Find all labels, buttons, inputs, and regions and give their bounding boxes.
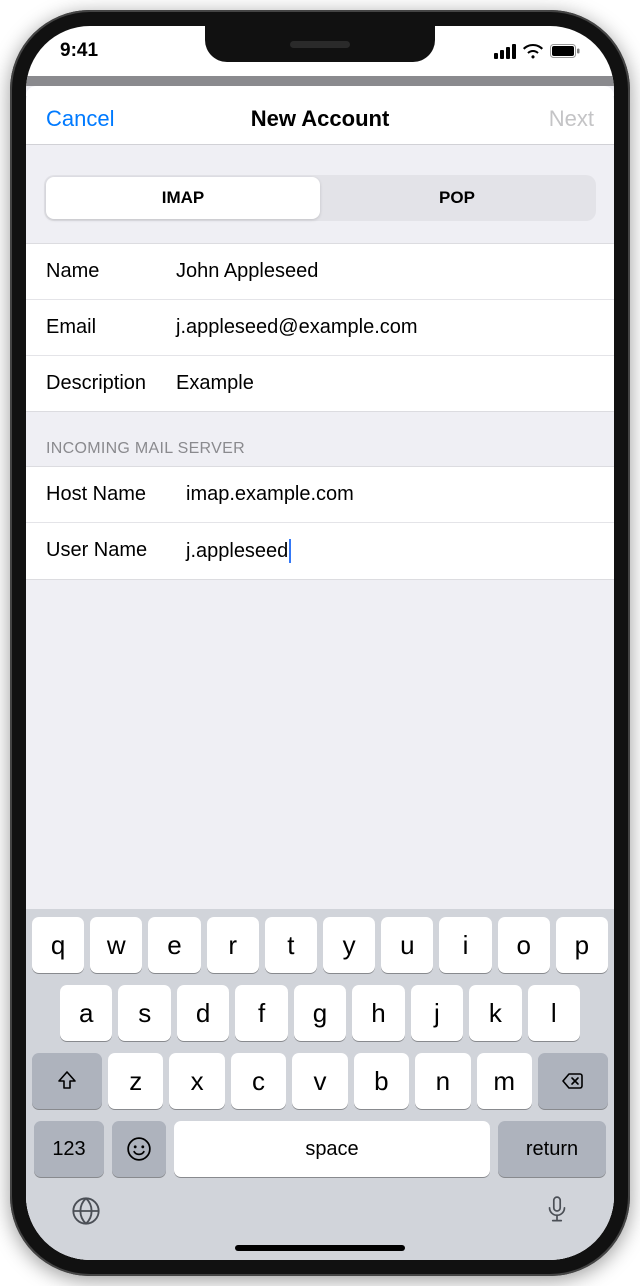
key-l[interactable]: l (528, 985, 580, 1041)
key-n[interactable]: n (415, 1053, 470, 1109)
keyboard-row-2: asdfghjkl (30, 985, 610, 1041)
key-q[interactable]: q (32, 917, 84, 973)
cancel-button[interactable]: Cancel (46, 106, 114, 132)
iphone-device-frame: 9:41 Cancel New Account Next (10, 10, 630, 1276)
key-g[interactable]: g (294, 985, 346, 1041)
key-k[interactable]: k (469, 985, 521, 1041)
email-row[interactable]: Email j.appleseed@example.com (26, 300, 614, 356)
keyboard-row-1: qwertyuiop (30, 917, 610, 973)
key-d[interactable]: d (177, 985, 229, 1041)
key-y[interactable]: y (323, 917, 375, 973)
key-v[interactable]: v (292, 1053, 347, 1109)
cellular-signal-icon (494, 44, 516, 59)
key-w[interactable]: w (90, 917, 142, 973)
backspace-key[interactable] (538, 1053, 608, 1109)
description-row[interactable]: Description Example (26, 356, 614, 411)
battery-icon (550, 44, 580, 58)
segment-pop[interactable]: POP (320, 177, 594, 219)
key-u[interactable]: u (381, 917, 433, 973)
keyboard-row-3: zxcvbnm (30, 1053, 610, 1109)
text-cursor (289, 539, 291, 563)
globe-icon[interactable] (70, 1195, 102, 1232)
sheet-backdrop (26, 76, 614, 86)
key-h[interactable]: h (352, 985, 404, 1041)
key-i[interactable]: i (439, 917, 491, 973)
key-a[interactable]: a (60, 985, 112, 1041)
protocol-segmented-wrap: IMAP POP (26, 145, 614, 243)
protocol-segmented-control[interactable]: IMAP POP (44, 175, 596, 221)
account-info-group: Name John Appleseed Email j.appleseed@ex… (26, 243, 614, 412)
incoming-server-group: Host Name imap.example.com User Name j.a… (26, 466, 614, 580)
space-key[interactable]: space (174, 1121, 490, 1177)
username-row[interactable]: User Name j.appleseed (26, 523, 614, 579)
hostname-field[interactable]: imap.example.com (186, 483, 594, 506)
key-m[interactable]: m (477, 1053, 532, 1109)
name-label: Name (46, 260, 176, 283)
incoming-server-header: INCOMING MAIL SERVER (26, 412, 614, 466)
email-field[interactable]: j.appleseed@example.com (176, 316, 594, 339)
keyboard: qwertyuiop asdfghjkl zxcvbnm 123 (26, 909, 614, 1260)
dictation-icon[interactable] (544, 1195, 570, 1232)
emoji-key[interactable] (112, 1121, 166, 1177)
form-content: IMAP POP Name John Appleseed Email j.app… (26, 145, 614, 909)
return-key[interactable]: return (498, 1121, 606, 1177)
nav-bar: Cancel New Account Next (26, 86, 614, 145)
screen: 9:41 Cancel New Account Next (26, 26, 614, 1260)
key-f[interactable]: f (235, 985, 287, 1041)
status-icons (494, 44, 580, 59)
status-time: 9:41 (60, 40, 98, 62)
key-j[interactable]: j (411, 985, 463, 1041)
name-field[interactable]: John Appleseed (176, 260, 594, 283)
wifi-icon (523, 44, 543, 59)
email-label: Email (46, 316, 176, 339)
key-c[interactable]: c (231, 1053, 286, 1109)
notch (205, 26, 435, 62)
key-t[interactable]: t (265, 917, 317, 973)
description-label: Description (46, 372, 176, 395)
username-value: j.appleseed (186, 540, 288, 563)
shift-key[interactable] (32, 1053, 102, 1109)
key-p[interactable]: p (556, 917, 608, 973)
numbers-key[interactable]: 123 (34, 1121, 104, 1177)
key-z[interactable]: z (108, 1053, 163, 1109)
name-row[interactable]: Name John Appleseed (26, 244, 614, 300)
key-o[interactable]: o (498, 917, 550, 973)
modal-sheet: Cancel New Account Next IMAP POP Name Jo… (26, 86, 614, 1260)
description-field[interactable]: Example (176, 372, 594, 395)
username-field[interactable]: j.appleseed (186, 539, 594, 563)
hostname-row[interactable]: Host Name imap.example.com (26, 467, 614, 523)
username-label: User Name (46, 539, 186, 563)
key-b[interactable]: b (354, 1053, 409, 1109)
key-s[interactable]: s (118, 985, 170, 1041)
keyboard-row-util: 123 space return (30, 1121, 610, 1177)
key-e[interactable]: e (148, 917, 200, 973)
segment-imap[interactable]: IMAP (46, 177, 320, 219)
key-r[interactable]: r (207, 917, 259, 973)
home-indicator[interactable] (235, 1245, 405, 1251)
next-button[interactable]: Next (549, 106, 594, 132)
hostname-label: Host Name (46, 483, 186, 506)
key-x[interactable]: x (169, 1053, 224, 1109)
